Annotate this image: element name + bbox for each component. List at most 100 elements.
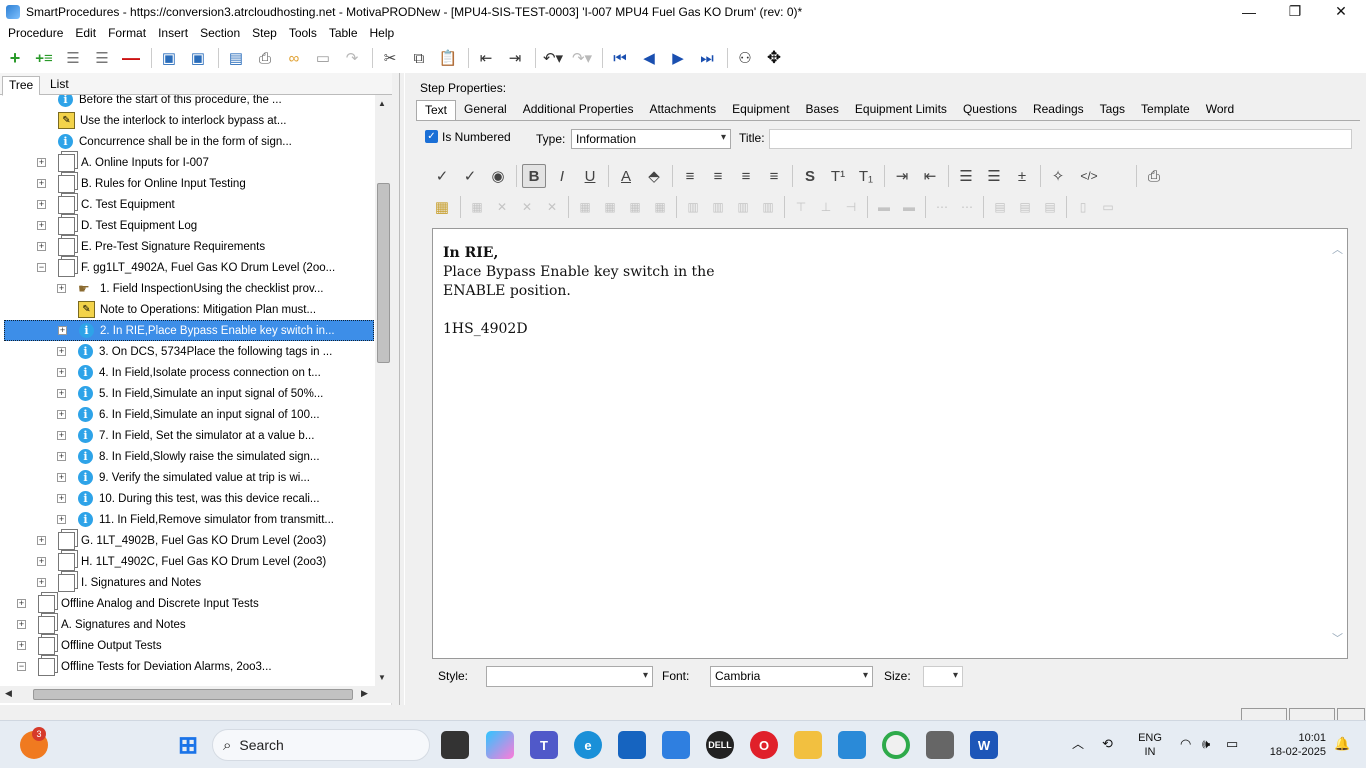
magic-wand-icon[interactable]: ✧ — [1046, 164, 1070, 188]
file-explorer-icon[interactable] — [794, 731, 822, 759]
editor-scroll-down-icon[interactable]: ﹀ — [1332, 630, 1343, 646]
expand-icon[interactable]: + — [57, 473, 66, 482]
panel-splitter[interactable] — [399, 73, 405, 705]
tree-item[interactable]: + D. Test Equipment Log — [4, 215, 374, 236]
clock[interactable]: 10:01 18-02-2025 — [1254, 731, 1326, 759]
scroll-thumb[interactable] — [33, 689, 353, 700]
underline-icon[interactable]: U — [578, 164, 602, 188]
insert-line-icon[interactable]: ± — [1010, 164, 1034, 188]
step-text-editor[interactable]: In RIE, Place Bypass Enable key switch i… — [432, 228, 1348, 659]
align-center-icon[interactable]: ≡ — [706, 164, 730, 188]
expand-icon[interactable]: + — [57, 431, 66, 440]
battery-icon[interactable]: ▭ — [1226, 737, 1238, 751]
expand-icon[interactable]: + — [37, 200, 46, 209]
highlight-icon[interactable]: ⬘ — [642, 164, 666, 188]
indent-icon[interactable]: ⇥ — [890, 164, 914, 188]
tab-template[interactable]: Template — [1133, 100, 1198, 120]
vpn-icon[interactable]: ⟲ — [1102, 737, 1113, 751]
numbered-list-icon[interactable]: ☰ — [982, 164, 1006, 188]
tree-item[interactable]: + i 11. In Field,Remove simulator from tra… — [4, 509, 374, 530]
expand-icon[interactable]: + — [37, 557, 46, 566]
first-icon[interactable]: ⏮ — [609, 47, 631, 69]
tree-item[interactable]: + i 8. In Field,Slowly raise the simulated… — [4, 446, 374, 467]
expand-icon[interactable]: + — [57, 389, 66, 398]
tree-item[interactable]: + i 2. In RIE,Place Bypass Enable key swit… — [4, 320, 374, 341]
tree-vertical-scrollbar[interactable]: ▲ ▼ — [375, 95, 392, 686]
volume-icon[interactable]: 🕪 — [1202, 737, 1210, 751]
menu-insert[interactable]: Insert — [153, 26, 193, 40]
tab-readings[interactable]: Readings — [1025, 100, 1092, 120]
tree-item[interactable]: + I. Signatures and Notes — [4, 572, 374, 593]
windows-start-icon[interactable]: ⊞ — [174, 731, 202, 759]
tree-item[interactable]: + i 9. Verify the simulated value at trip … — [4, 467, 374, 488]
bold-icon[interactable]: B — [522, 164, 546, 188]
binoculars-icon[interactable]: ⚇ — [734, 47, 756, 69]
printer-icon[interactable]: ⎙ — [1142, 164, 1166, 188]
copilot-icon[interactable] — [486, 731, 514, 759]
notifications-icon[interactable]: 🔔 — [1334, 737, 1350, 751]
tree-item[interactable]: ✎ Note to Operations: Mitigation Plan mus… — [4, 299, 374, 320]
expand-icon[interactable]: + — [57, 494, 66, 503]
tab-word[interactable]: Word — [1198, 100, 1242, 120]
copy-icon[interactable]: ⧉ — [408, 47, 430, 69]
tree-item[interactable]: + i 6. In Field,Simulate an input signal o… — [4, 404, 374, 425]
menu-format[interactable]: Format — [103, 26, 151, 40]
tree-item[interactable]: + G. 1LT_4902B, Fuel Gas KO Drum Level (2… — [4, 530, 374, 551]
tree-item[interactable]: + A. Signatures and Notes — [4, 614, 374, 635]
tree-item[interactable]: + i 4. In Field,Isolate process connection… — [4, 362, 374, 383]
edge-icon[interactable]: e — [574, 731, 602, 759]
menu-procedure[interactable]: Procedure — [3, 26, 68, 40]
task-view-icon[interactable] — [441, 731, 469, 759]
editor-scroll-up-icon[interactable]: ︿ — [1332, 241, 1343, 257]
tab-general[interactable]: General — [456, 100, 515, 120]
size-select[interactable]: ▾ — [923, 666, 963, 687]
scroll-left-arrow-icon[interactable]: ◀ — [5, 688, 12, 699]
tab-equipment-limits[interactable]: Equipment Limits — [847, 100, 955, 120]
dell-icon[interactable]: DELL — [706, 731, 734, 759]
outdent-icon[interactable]: ⇤ — [918, 164, 942, 188]
tree-item[interactable]: + E. Pre-Test Signature Requirements — [4, 236, 374, 257]
tree-item[interactable]: + i 3. On DCS, 5734Place the following tag… — [4, 341, 374, 362]
smartprocedures-icon[interactable] — [838, 731, 866, 759]
font-select[interactable]: Cambria ▾ — [710, 666, 873, 687]
expand-icon[interactable]: + — [17, 620, 26, 629]
power-automate-icon[interactable] — [662, 731, 690, 759]
indent-icon[interactable]: ☰ — [62, 47, 84, 69]
teams-icon[interactable]: T — [530, 731, 558, 759]
tab-text[interactable]: Text — [416, 100, 457, 120]
outdent-icon[interactable]: ☰ — [91, 47, 113, 69]
cut-icon[interactable]: ✂ — [379, 47, 401, 69]
print-preview-icon[interactable]: ▤ — [225, 47, 247, 69]
menu-tools[interactable]: Tools — [284, 26, 322, 40]
expand-icon[interactable]: + — [17, 599, 26, 608]
language-indicator[interactable]: ENG IN — [1137, 731, 1163, 759]
previous-icon[interactable]: ◀ — [638, 47, 660, 69]
tree-item[interactable]: + Offline Output Tests — [4, 635, 374, 656]
word-icon[interactable]: W — [970, 731, 998, 759]
tree-item[interactable]: − F. gg1LT_4902A, Fuel Gas KO Drum Level … — [4, 257, 374, 278]
link-icon[interactable]: ∞ — [283, 47, 305, 69]
tab-attachments[interactable]: Attachments — [641, 100, 724, 120]
last-icon[interactable]: ⏭ — [696, 47, 718, 69]
superscript-icon[interactable]: T¹ — [826, 164, 850, 188]
tree-item[interactable]: ✎ Use the interlock to interlock bypass a… — [4, 110, 374, 131]
expand-icon[interactable]: + — [57, 284, 66, 293]
is-numbered-checkbox[interactable]: ✓ — [425, 130, 438, 143]
expand-icon[interactable]: + — [58, 326, 67, 335]
minimize-button[interactable]: — — [1226, 0, 1272, 23]
expand-icon[interactable]: + — [57, 347, 66, 356]
tree-item[interactable]: + i 5. In Field,Simulate an input signal o… — [4, 383, 374, 404]
tab-additional-properties[interactable]: Additional Properties — [515, 100, 642, 120]
wifi-icon[interactable]: ◠ — [1180, 737, 1191, 751]
remote-desktop-icon[interactable] — [926, 731, 954, 759]
tab-list[interactable]: List — [44, 76, 75, 92]
store-icon[interactable] — [618, 731, 646, 759]
chrome-icon[interactable] — [882, 731, 910, 759]
tab-equipment[interactable]: Equipment — [724, 100, 797, 120]
save-icon[interactable]: ▣ — [158, 47, 180, 69]
type-select[interactable]: Information ▾ — [571, 129, 731, 149]
expand-icon[interactable]: + — [37, 179, 46, 188]
title-input[interactable] — [769, 129, 1352, 149]
scroll-thumb[interactable] — [377, 183, 390, 363]
italic-icon[interactable]: I — [550, 164, 574, 188]
